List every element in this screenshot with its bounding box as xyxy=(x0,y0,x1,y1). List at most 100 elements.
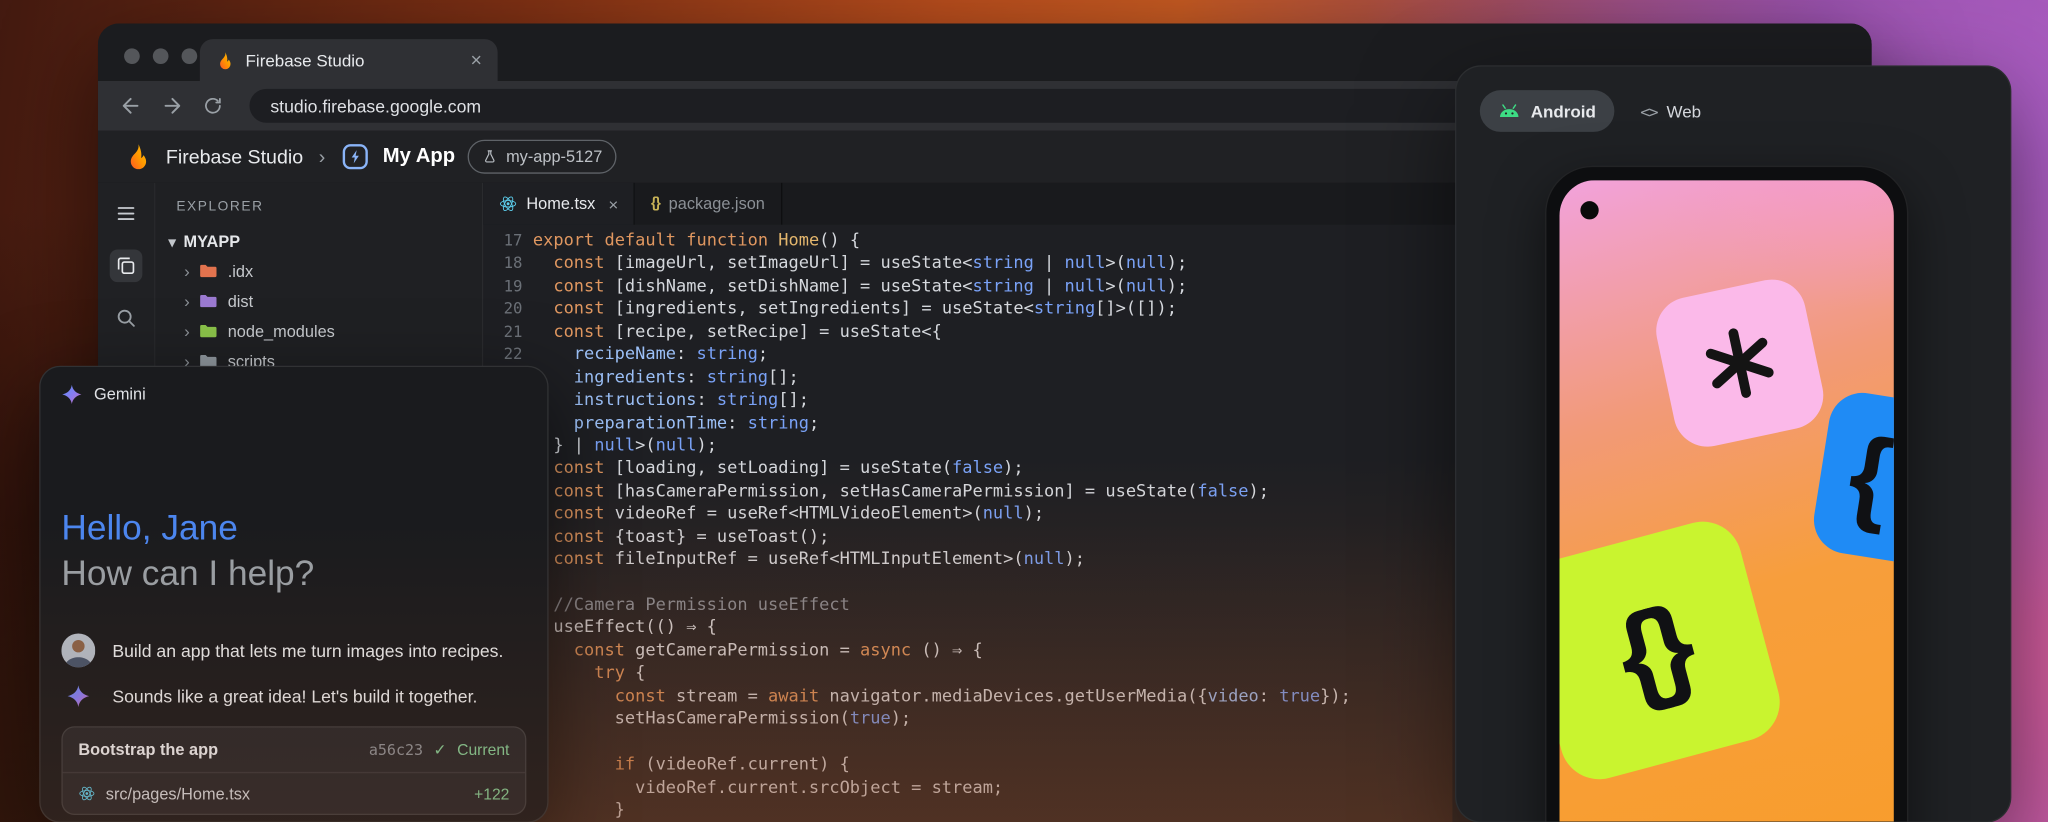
blue-sticker: { xyxy=(1809,388,1894,573)
assistant-message-text: Sounds like a great idea! Let's build it… xyxy=(112,686,477,706)
tree-item-node-modules[interactable]: › node_modules xyxy=(155,316,482,346)
phone-screen: { {} xyxy=(1560,180,1894,822)
gemini-sparkle-icon xyxy=(61,684,95,708)
back-icon[interactable] xyxy=(119,94,143,118)
explorer-files-icon[interactable] xyxy=(110,249,143,282)
code-line: const [ingredients, setIngredients] = us… xyxy=(533,298,1351,321)
changed-file-row[interactable]: src/pages/Home.tsx +122 xyxy=(63,772,525,814)
web-toggle[interactable]: <> Web xyxy=(1640,101,1701,121)
greeting-line-2: How can I help? xyxy=(61,551,526,597)
bootstrap-card[interactable]: Bootstrap the app a56c23 ✓ Current src/p… xyxy=(61,726,526,815)
code-line: const [hasCameraPermission, setHasCamera… xyxy=(533,480,1351,503)
code-line: preparationTime: string; xyxy=(533,412,1351,435)
code-line: //Camera Permission useEffect xyxy=(533,594,1351,617)
tree-item--idx[interactable]: ›.idx xyxy=(155,256,482,286)
folder-icon xyxy=(199,321,219,341)
app-id-badge[interactable]: my-app-5127 xyxy=(468,140,616,174)
window-zoom-button[interactable] xyxy=(182,48,198,64)
tree-root-label: MYAPP xyxy=(184,232,241,250)
breadcrumb-chevron-icon: › xyxy=(319,146,326,168)
refresh-icon[interactable] xyxy=(202,95,223,116)
code-line: useEffect(() ⇒ { xyxy=(533,617,1351,640)
status-badge: Current xyxy=(457,741,509,759)
menu-hamburger-icon[interactable] xyxy=(110,197,143,230)
code-line: const [imageUrl, setImageUrl] = useState… xyxy=(533,253,1351,276)
tree-item-dist[interactable]: ›dist xyxy=(155,286,482,316)
app-name[interactable]: My App xyxy=(383,145,455,169)
window-close-button[interactable] xyxy=(124,48,140,64)
tab-close-icon[interactable]: × xyxy=(471,50,482,70)
code-line: const [dishName, setDishName] = useState… xyxy=(533,275,1351,298)
forward-icon[interactable] xyxy=(161,94,185,118)
line-number: 20 xyxy=(483,298,522,321)
asterisk-icon xyxy=(1692,315,1788,411)
code-line: const [loading, setLoading] = useState(f… xyxy=(533,458,1351,481)
search-icon[interactable] xyxy=(110,302,143,335)
bootstrap-card-header[interactable]: Bootstrap the app a56c23 ✓ Current xyxy=(63,728,525,772)
user-message: Build an app that lets me turn images in… xyxy=(61,633,526,667)
changed-file-path: src/pages/Home.tsx xyxy=(106,784,464,802)
code-line: const [recipe, setRecipe] = useState<{ xyxy=(533,321,1351,344)
camera-hole xyxy=(1580,201,1598,219)
bootstrap-card-title: Bootstrap the app xyxy=(78,741,358,759)
code-line xyxy=(533,572,1351,595)
web-toggle-label: Web xyxy=(1666,101,1701,121)
brace-glyph: { xyxy=(1842,421,1894,531)
editor-tab-label: package.json xyxy=(669,195,765,213)
code-line: const getCameraPermission = async () ⇒ { xyxy=(533,640,1351,663)
browser-tab-title: Firebase Studio xyxy=(246,50,365,70)
preview-target-toggle: Android <> Web xyxy=(1480,90,1701,132)
code-line: videoRef.current.srcObject = stream; xyxy=(533,776,1351,799)
chevron-right-icon: › xyxy=(184,321,190,341)
check-icon: ✓ xyxy=(434,741,447,759)
code-line: ingredients: string[]; xyxy=(533,367,1351,390)
file-tree: ›.idx›dist›node_modules›scripts xyxy=(155,256,482,376)
pink-sticker xyxy=(1650,273,1830,453)
line-number: 22 xyxy=(483,344,522,367)
chevron-down-icon: ▾ xyxy=(168,233,175,250)
address-bar-url: studio.firebase.google.com xyxy=(270,96,481,116)
green-sticker: {} xyxy=(1560,513,1789,788)
android-toggle[interactable]: Android xyxy=(1480,90,1614,132)
line-number: 17 xyxy=(483,230,522,253)
android-toggle-label: Android xyxy=(1531,101,1596,121)
react-icon xyxy=(78,785,95,802)
commit-hash: a56c23 xyxy=(369,741,423,759)
explorer-title: EXPLORER xyxy=(176,199,482,215)
app-id-label: my-app-5127 xyxy=(506,148,602,166)
folder-icon xyxy=(199,291,219,311)
react-icon xyxy=(499,195,517,213)
greeting-line-1: Hello, Jane xyxy=(61,505,526,551)
editor-tab-home-tsx[interactable]: Home.tsx × xyxy=(483,183,635,225)
browser-tab[interactable]: Firebase Studio × xyxy=(200,39,498,81)
line-number: 19 xyxy=(483,275,522,298)
app-icon xyxy=(341,142,370,171)
braces-glyph: {} xyxy=(1606,589,1697,712)
gemini-sparkle-icon xyxy=(61,384,82,405)
tree-item-label: node_modules xyxy=(228,322,335,340)
tab-close-icon[interactable]: × xyxy=(608,194,618,214)
gemini-header: Gemini xyxy=(40,367,547,422)
firebase-favicon-icon xyxy=(216,50,236,70)
chevron-right-icon: › xyxy=(184,261,190,281)
editor-tab-package-json[interactable]: {} package.json xyxy=(635,183,782,225)
screenshot-stage: Firebase Studio × studio.firebase.google… xyxy=(0,0,2048,822)
product-name[interactable]: Firebase Studio xyxy=(166,146,303,168)
gemini-greeting: Hello, Jane How can I help? xyxy=(40,505,547,596)
window-minimize-button[interactable] xyxy=(153,48,169,64)
tree-root[interactable]: ▾ MYAPP xyxy=(168,232,481,250)
firebase-logo-icon xyxy=(124,142,153,171)
code-line: export default function Home() { xyxy=(533,230,1351,253)
code-line: instructions: string[]; xyxy=(533,389,1351,412)
code-line: if (videoRef.current) { xyxy=(533,754,1351,777)
phone-mockup: { {} xyxy=(1545,166,1908,822)
line-number: 18 xyxy=(483,253,522,276)
chevron-right-icon: › xyxy=(184,291,190,311)
android-robot-icon xyxy=(1498,103,1520,119)
code-lines: export default function Home() { const [… xyxy=(522,230,1350,822)
code-line: setHasCameraPermission(true); xyxy=(533,708,1351,731)
gemini-panel: Gemini Hello, Jane How can I help? Build… xyxy=(39,366,548,822)
folder-icon xyxy=(199,261,219,281)
window-controls xyxy=(124,48,197,64)
code-line: const stream = await navigator.mediaDevi… xyxy=(533,685,1351,708)
